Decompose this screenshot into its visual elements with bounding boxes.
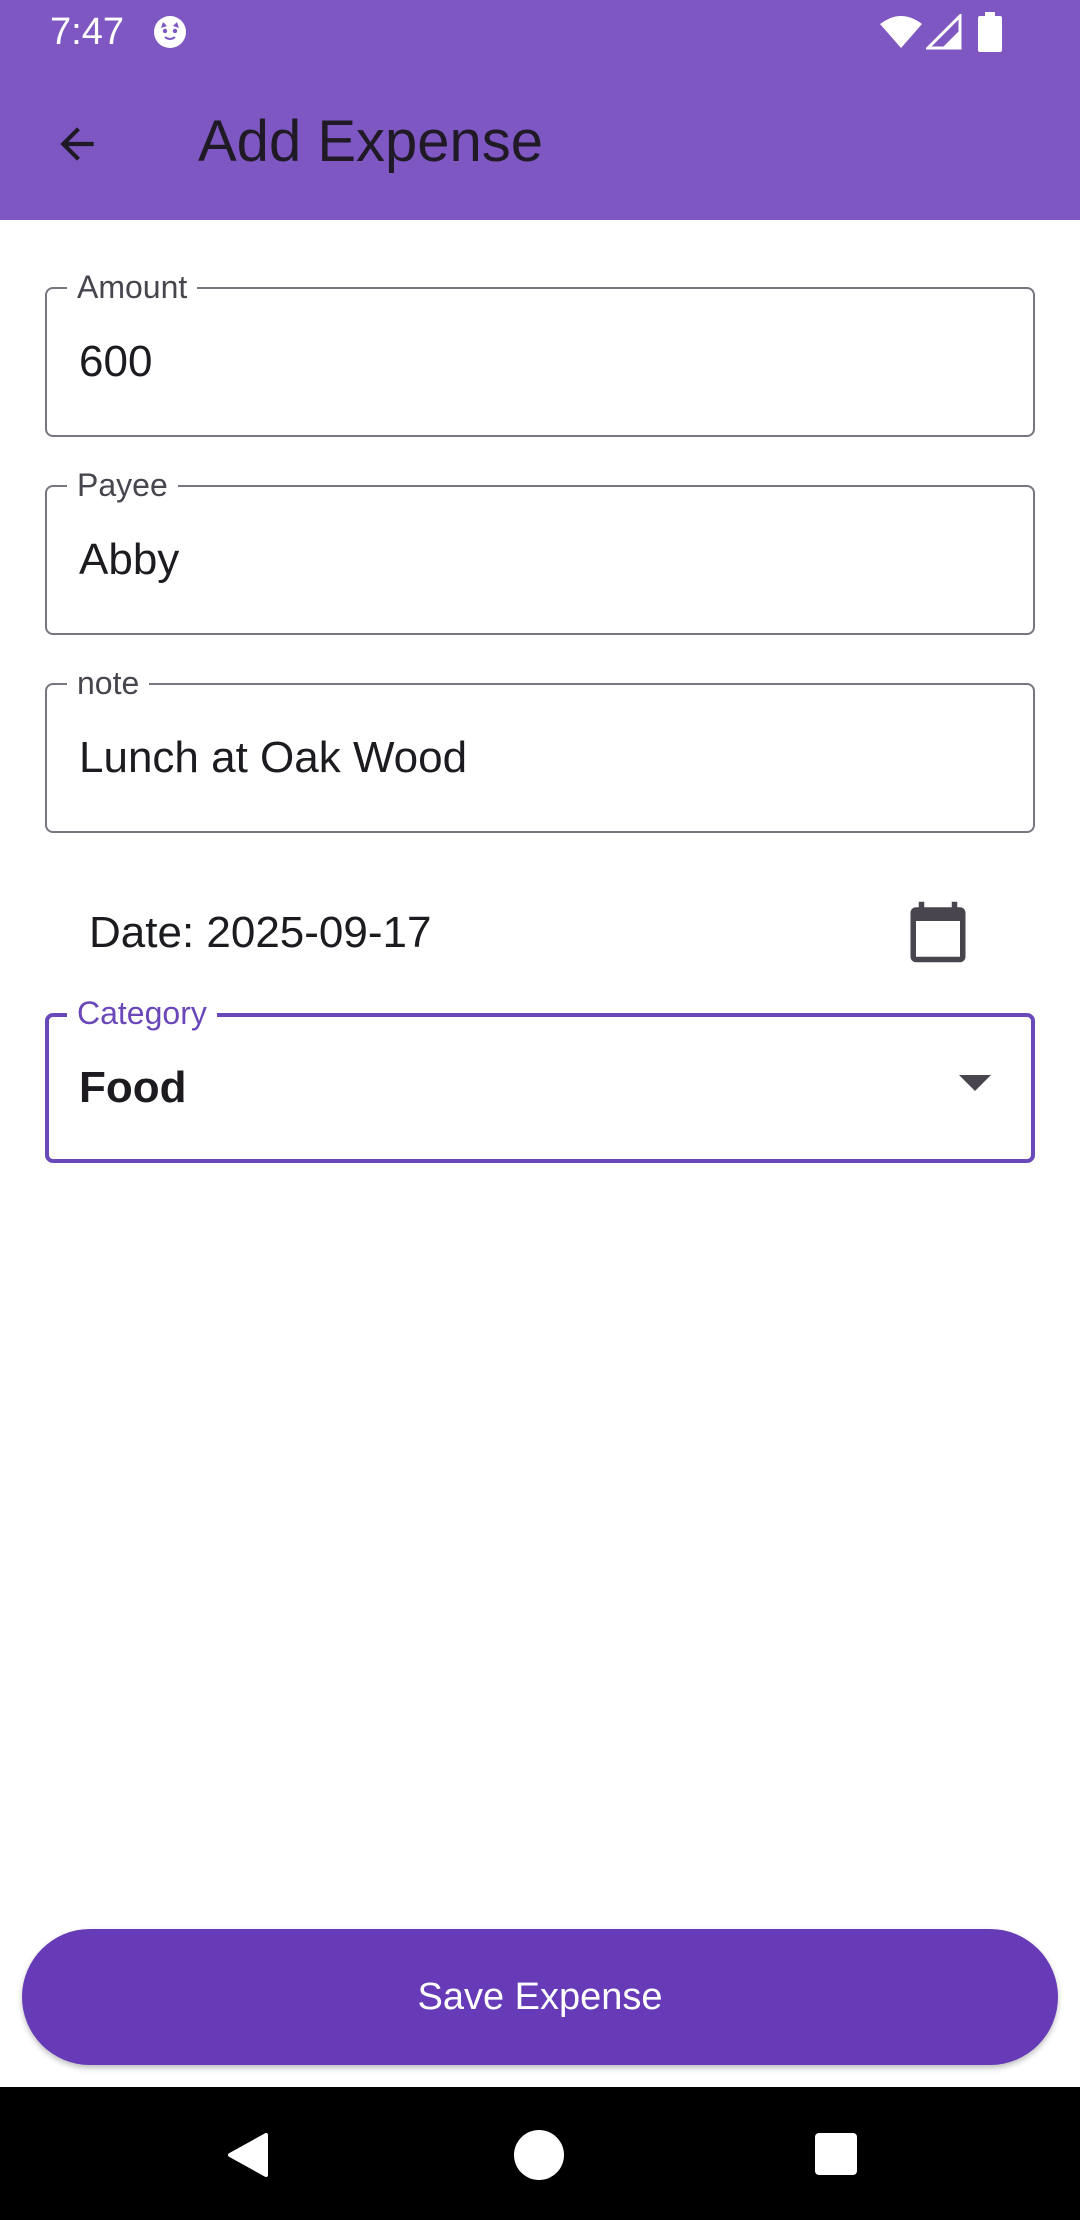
category-value: Food	[79, 1063, 187, 1112]
back-button[interactable]	[40, 107, 114, 181]
payee-value: Abby	[79, 535, 180, 584]
cell-signal-icon	[926, 14, 962, 50]
system-nav-bar	[0, 2087, 1080, 2220]
note-value: Lunch at Oak Wood	[79, 733, 468, 782]
battery-icon	[978, 12, 1002, 52]
dropdown-arrow-icon	[959, 1075, 991, 1091]
nav-home-icon[interactable]	[514, 2130, 564, 2180]
arrow-back-icon	[60, 127, 94, 161]
date-text: Date: 2025-09-17	[89, 908, 432, 957]
amount-value: 600	[79, 337, 153, 386]
save-expense-button[interactable]: Save Expense	[22, 1929, 1058, 2065]
wifi-icon	[880, 16, 922, 48]
amount-field[interactable]: Amount 600	[45, 267, 1035, 437]
calendar-icon	[910, 901, 966, 963]
nav-recents-icon[interactable]	[815, 2133, 857, 2175]
calendar-button[interactable]	[898, 892, 978, 972]
category-dropdown[interactable]: Category Food	[45, 993, 1035, 1163]
note-field[interactable]: note Lunch at Oak Wood	[45, 663, 1035, 833]
app-bar: 7:47 Add Expense	[0, 0, 1080, 220]
nav-back-icon[interactable]	[222, 2130, 272, 2180]
status-time: 7:47	[50, 11, 124, 53]
page-title: Add Expense	[198, 109, 544, 174]
payee-field[interactable]: Payee Abby	[45, 465, 1035, 635]
add-expense-screen: 7:47 Add Expense Amount 600 Payee Abby n…	[0, 0, 1080, 2220]
cat-face-icon	[154, 16, 186, 48]
